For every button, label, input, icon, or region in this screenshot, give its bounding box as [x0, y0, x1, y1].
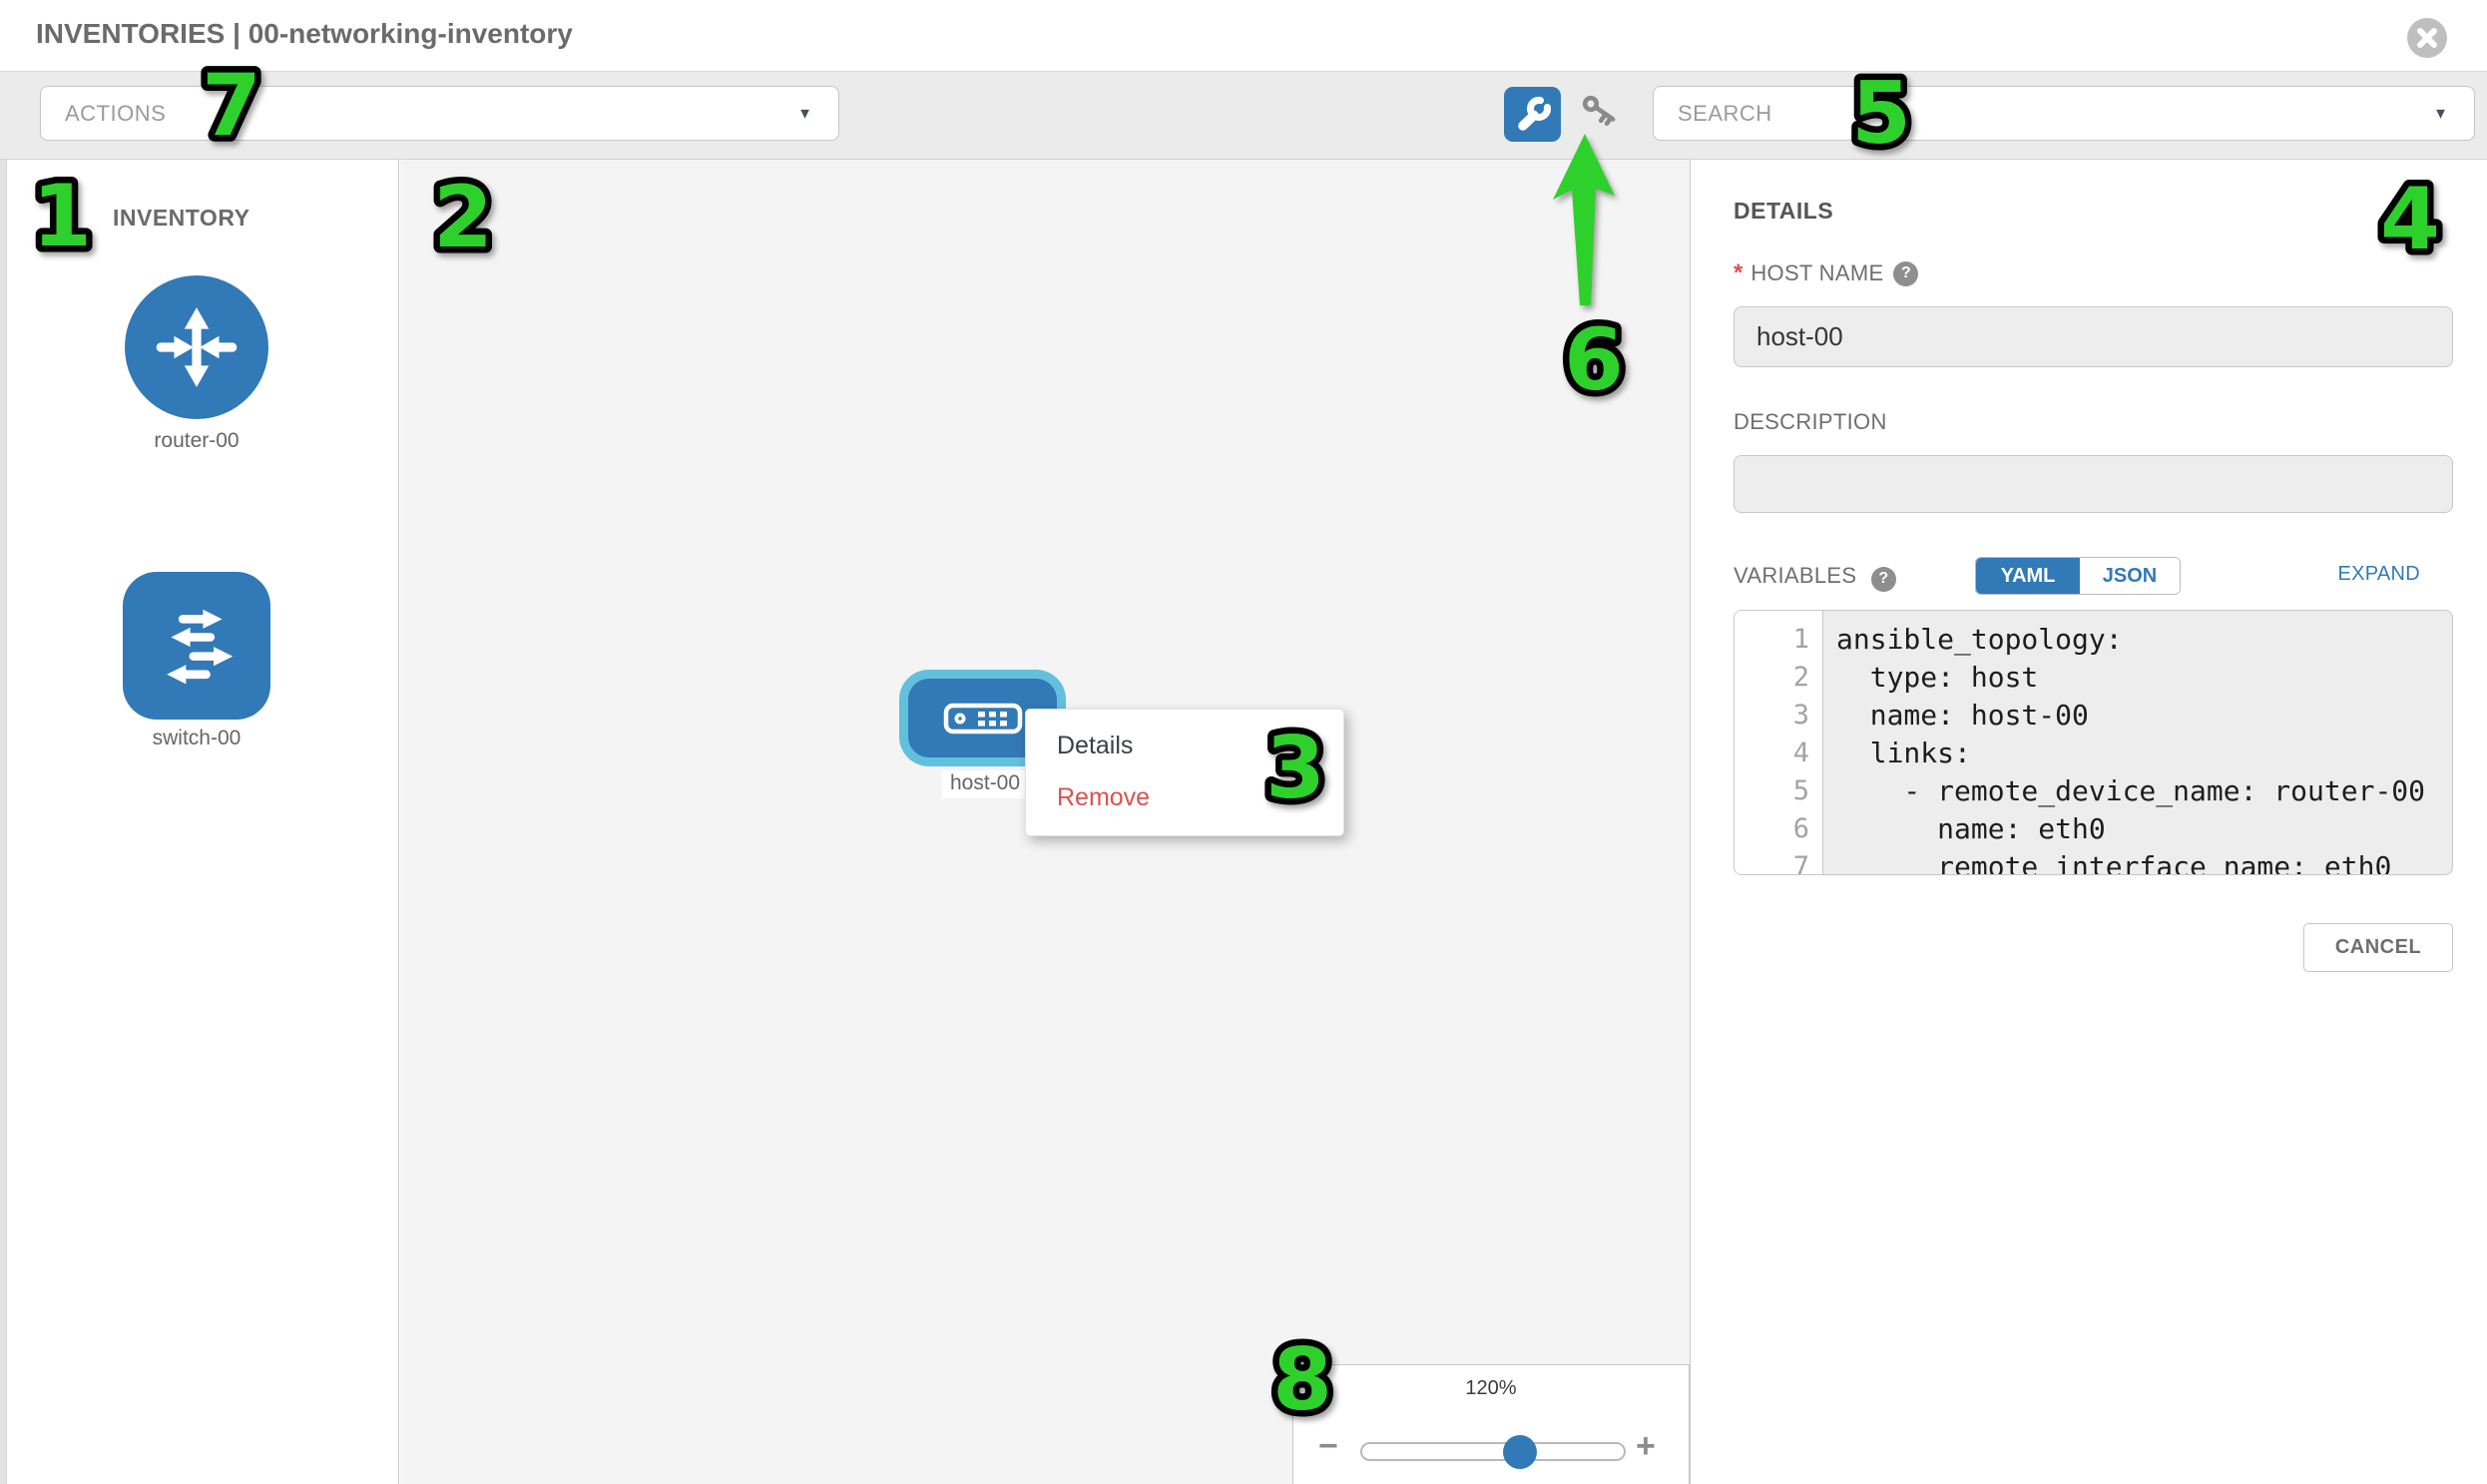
chevron-down-icon: ▼	[797, 105, 812, 122]
page-header: INVENTORIES | 00-networking-inventory	[0, 0, 2487, 71]
expand-link[interactable]: EXPAND	[2337, 563, 2420, 586]
editor-line: 6 name: eth0	[1735, 810, 2452, 848]
key-button[interactable]	[1579, 94, 1629, 138]
context-menu: Details Remove	[1025, 709, 1344, 836]
cancel-button[interactable]: CANCEL	[2303, 923, 2453, 972]
toolbar: ACTIONS ▼ SEARCH ▼	[0, 71, 2487, 160]
host-name-label-row: * HOST NAME ?	[1734, 259, 1918, 287]
host-node-label: host-00	[942, 770, 1028, 798]
details-panel: DETAILS * HOST NAME ? DESCRIPTION VARIAB…	[1690, 160, 2487, 1484]
inventory-topology-page: INVENTORIES | 00-networking-inventory AC…	[0, 0, 2487, 1484]
line-code: - remote_device_name: router-00	[1823, 772, 2425, 810]
line-number: 6	[1735, 810, 1823, 848]
line-number: 2	[1735, 659, 1823, 697]
key-icon	[1579, 94, 1629, 138]
search-dropdown[interactable]: SEARCH ▼	[1653, 86, 2475, 141]
zoom-slider-knob[interactable]	[1503, 1435, 1537, 1469]
router-label: router-00	[47, 429, 346, 453]
context-menu-details[interactable]: Details	[1026, 720, 1343, 771]
help-icon[interactable]: ?	[1871, 567, 1896, 592]
host-icon	[943, 703, 1023, 735]
editor-line: 3 name: host-00	[1735, 697, 2452, 735]
line-number: 1	[1735, 621, 1823, 659]
zoom-in-button[interactable]: +	[1636, 1429, 1656, 1463]
description-input[interactable]	[1734, 455, 2453, 513]
page-title: INVENTORIES | 00-networking-inventory	[36, 18, 573, 50]
sidebar-item-router[interactable]	[125, 275, 268, 419]
close-button[interactable]	[2407, 18, 2447, 58]
json-toggle-button[interactable]: JSON	[2080, 558, 2180, 594]
search-dropdown-label: SEARCH	[1678, 101, 1772, 127]
actions-dropdown-label: ACTIONS	[65, 101, 166, 127]
editor-line: 5 - remote_device_name: router-00	[1735, 772, 2452, 810]
line-number: 4	[1735, 735, 1823, 772]
line-code: links:	[1823, 735, 1971, 772]
line-code: type: host	[1823, 659, 2038, 697]
description-label: DESCRIPTION	[1734, 409, 1887, 435]
variables-row: VARIABLES ? YAML JSON EXPAND	[1734, 563, 2453, 603]
sidebar-title: INVENTORY	[113, 205, 249, 232]
line-code: name: host-00	[1823, 697, 2089, 735]
router-icon	[151, 301, 243, 393]
line-number: 3	[1735, 697, 1823, 735]
required-mark: *	[1734, 259, 1742, 287]
host-name-input[interactable]	[1734, 306, 2453, 367]
sidebar-edge-strip	[0, 160, 7, 1484]
tools-button[interactable]	[1504, 87, 1561, 142]
zoom-percent: 120%	[1293, 1377, 1689, 1400]
zoom-slider-track[interactable]	[1360, 1442, 1626, 1461]
variables-editor[interactable]: 1ansible_topology: 2 type: host 3 name: …	[1734, 610, 2453, 875]
zoom-control: 120% − +	[1292, 1364, 1690, 1484]
host-name-label: HOST NAME	[1750, 260, 1883, 286]
line-number: 7	[1735, 848, 1823, 875]
editor-line: 1ansible_topology:	[1735, 621, 2452, 659]
sidebar-item-switch[interactable]	[123, 572, 270, 720]
line-code: ansible_topology:	[1823, 621, 2123, 659]
editor-lines: 1ansible_topology: 2 type: host 3 name: …	[1735, 621, 2452, 875]
variables-label: VARIABLES	[1734, 563, 1856, 588]
help-icon[interactable]: ?	[1893, 261, 1918, 286]
zoom-out-button[interactable]: −	[1318, 1429, 1338, 1463]
format-toggle: YAML JSON	[1975, 557, 2181, 595]
line-code: remote_interface_name: eth0	[1823, 848, 2391, 875]
editor-line: 7 remote_interface_name: eth0	[1735, 848, 2452, 875]
switch-icon	[149, 598, 245, 694]
line-code: name: eth0	[1823, 810, 2106, 848]
chevron-down-icon: ▼	[2433, 105, 2448, 122]
editor-line: 2 type: host	[1735, 659, 2452, 697]
context-menu-remove[interactable]: Remove	[1026, 771, 1343, 823]
close-icon	[2407, 18, 2447, 58]
wrench-icon	[1514, 97, 1552, 133]
panel-title: DETAILS	[1734, 198, 1833, 225]
editor-line: 4 links:	[1735, 735, 2452, 772]
actions-dropdown[interactable]: ACTIONS ▼	[40, 86, 839, 141]
line-number: 5	[1735, 772, 1823, 810]
yaml-toggle-button[interactable]: YAML	[1976, 558, 2080, 594]
switch-label: switch-00	[47, 727, 346, 750]
